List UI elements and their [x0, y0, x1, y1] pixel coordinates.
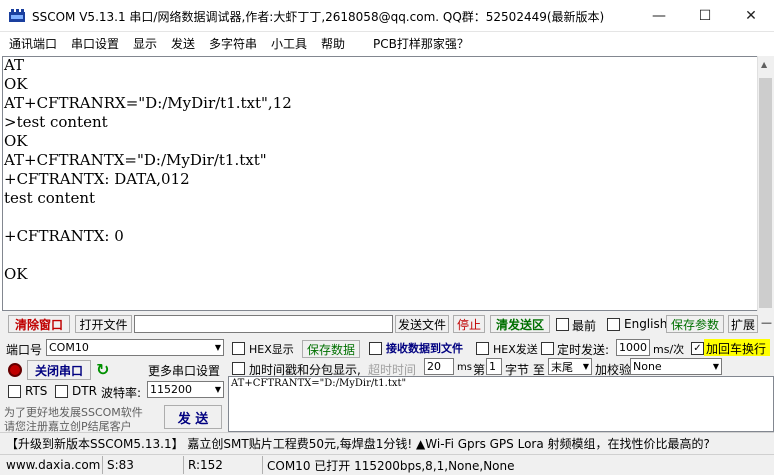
baud-select[interactable]: 115200 ▼ [147, 381, 224, 398]
send-text[interactable]: AT+CFTRANTX="D:/MyDir/t1.txt" [231, 378, 406, 389]
timed-send-label: 定时发送: [557, 343, 610, 357]
timestamp-checkbox[interactable] [232, 362, 245, 375]
interval-unit: ms/次 [653, 343, 685, 356]
interval-input[interactable]: 1000 [616, 339, 650, 356]
port-select[interactable]: COM10 ▼ [46, 339, 224, 356]
maximize-button[interactable]: ☐ [682, 0, 728, 32]
timeout-unit: ms [457, 362, 472, 373]
end-value: 末尾 [551, 360, 573, 374]
scroll-up-icon[interactable]: ▲ [761, 60, 767, 69]
baud-label: 波特率: [101, 386, 142, 400]
stop-button[interactable]: 停止 [453, 315, 485, 333]
english-label: English [624, 317, 668, 331]
close-port-button[interactable]: 关闭串口 [27, 360, 91, 380]
port-status-icon [8, 363, 22, 377]
end-select[interactable]: 末尾 ▼ [548, 358, 592, 375]
minimize-button[interactable]: — [636, 0, 682, 32]
port-label: 端口号 [6, 343, 43, 357]
status-site[interactable]: www.daxia.com [2, 456, 100, 474]
menu-send[interactable]: 发送 [171, 35, 195, 52]
chevron-down-icon: ▼ [214, 343, 221, 352]
always-on-top-checkbox[interactable] [556, 318, 569, 331]
receive-line: +CFTRANTX: DATA,012 [4, 170, 190, 188]
chevron-down-icon: ▼ [712, 362, 719, 371]
rts-label: RTS [25, 384, 48, 398]
timeout-input[interactable]: 20 [424, 358, 454, 375]
serial-port-icon [9, 9, 25, 22]
crlf-checkbox[interactable]: ✓ [691, 342, 704, 355]
chevron-down-icon: ▼ [214, 385, 221, 394]
checksum-select[interactable]: None ▼ [630, 358, 722, 375]
menu-pcb[interactable]: PCB打样那家强？ [373, 35, 469, 52]
menu-help[interactable]: 帮助 [321, 35, 345, 52]
save-data-button[interactable]: 保存数据 [302, 340, 360, 358]
recv-to-file-label: 接收数据到文件 [386, 342, 463, 355]
chevron-down-icon: ▼ [582, 362, 589, 371]
port-value: COM10 [49, 341, 89, 354]
hex-display-label: HEX显示 [249, 343, 294, 356]
send-button[interactable]: 发 送 [164, 405, 222, 429]
receive-line: OK [4, 132, 28, 150]
always-on-top-label: 最前 [572, 319, 597, 333]
rts-checkbox[interactable] [8, 385, 21, 398]
menu-display[interactable]: 显示 [133, 35, 157, 52]
expand-button[interactable]: 扩展 [728, 315, 758, 333]
recv-to-file-checkbox[interactable] [369, 342, 382, 355]
english-checkbox[interactable] [607, 318, 620, 331]
receive-line: AT+CFTRANTX="D:/MyDir/t1.txt" [4, 151, 267, 169]
promo-bar-text[interactable]: 【升级到新版本SSCOM5.13.1】 嘉立创SMT贴片工程费50元,每焊盘1分… [6, 435, 710, 452]
menu-port-settings[interactable]: 串口设置 [71, 35, 119, 52]
receive-line: test content [4, 189, 96, 207]
clear-send-button[interactable]: 清发送区 [490, 315, 550, 333]
hex-send-label: HEX发送 [493, 343, 538, 356]
window-title: SSCOM V5.13.1 串口/网络数据调试器,作者:大虾丁丁,2618058… [32, 10, 605, 24]
baud-value: 115200 [150, 383, 192, 396]
save-params-button[interactable]: 保存参数 [666, 315, 724, 333]
scrollbar-thumb[interactable] [759, 78, 772, 308]
receive-line: >test content [4, 113, 108, 131]
dtr-label: DTR [72, 384, 97, 398]
checksum-value: None [633, 360, 662, 373]
receive-line: AT+CFTRANRX="D:/MyDir/t1.txt",12 [4, 94, 292, 112]
hex-send-checkbox[interactable] [476, 342, 489, 355]
open-file-button[interactable]: 打开文件 [75, 315, 132, 333]
status-recv-count: R:152 [183, 456, 261, 474]
more-settings-link[interactable]: 更多串口设置 [148, 362, 220, 379]
collapse-button[interactable]: — [761, 316, 772, 329]
receive-line: OK [4, 265, 28, 283]
file-path-input[interactable] [134, 315, 393, 333]
receive-line: +CFTRANTX: 0 [4, 227, 124, 245]
receive-line: OK [4, 75, 28, 93]
menu-comm-port[interactable]: 通讯端口 [9, 35, 57, 52]
receive-line: AT [4, 56, 25, 74]
close-button[interactable]: ✕ [728, 0, 774, 32]
refresh-icon[interactable]: ↻ [96, 360, 109, 379]
clear-window-button[interactable]: 清除窗口 [8, 315, 70, 333]
send-file-button[interactable]: 发送文件 [395, 315, 449, 333]
menu-tools[interactable]: 小工具 [271, 35, 307, 52]
timed-send-checkbox[interactable] [541, 342, 554, 355]
menu-multi-string[interactable]: 多字符串 [209, 35, 257, 52]
start-byte-input[interactable]: 1 [486, 358, 502, 375]
dtr-checkbox[interactable] [55, 385, 68, 398]
status-sent-count: S:83 [102, 456, 182, 474]
crlf-label: 加回车换行 [704, 339, 770, 356]
hex-display-checkbox[interactable] [232, 342, 245, 355]
status-port-state: COM10 已打开 115200bps,8,1,None,None [262, 456, 774, 474]
